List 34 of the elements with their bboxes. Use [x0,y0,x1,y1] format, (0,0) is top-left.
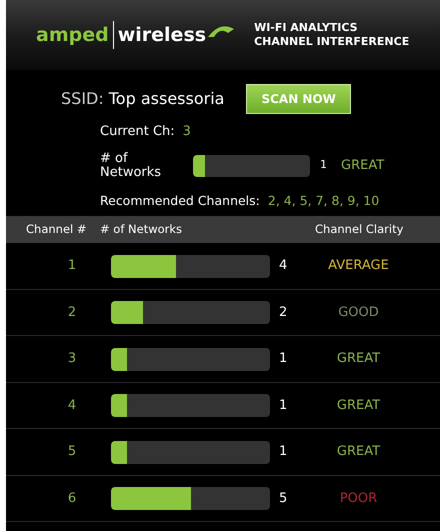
brand-logo: amped wireless [36,20,236,50]
networks-count: 4 [279,257,288,276]
networks-count: 5 [279,490,288,508]
channel-number: 2 [66,304,78,322]
header-title: CHANNEL INTERFERENCE [254,35,410,49]
column-header: Channel Clarity [315,221,404,238]
ssid-label: SSID: [61,88,104,110]
recommended-channels: 2, 4, 5, 7, 8, 9, 10 [268,192,380,210]
channel-clarity: GREAT [336,350,382,368]
channel-clarity: GREAT [336,443,382,462]
networks-count: 1 [279,443,288,462]
channel-number: 5 [66,443,78,462]
current-channel-value: 3 [182,123,191,141]
channel-clarity: GOOD [337,304,380,322]
header-title: WI-FI ANALYTICS [254,21,359,35]
ssid-value: Top assessoria [108,88,224,110]
channel-clarity: POOR [338,490,378,508]
networks-count: 1 [320,157,327,174]
recommended-label: Recommended Channels: [100,192,260,210]
networks-label: # of Networks [100,152,162,180]
networks-clarity: GREAT [341,156,384,175]
scan-now-button[interactable]: SCAN NOW [246,84,351,114]
channel-number: 1 [66,257,78,276]
channel-number: 4 [66,396,78,415]
networks-count: 1 [279,396,288,415]
channel-clarity: GREAT [336,396,382,415]
channel-number: 3 [66,350,78,368]
channel-clarity: AVERAGE [327,257,390,276]
column-header: # of Networks [100,221,184,238]
networks-count: 1 [279,350,288,368]
current-channel-label: Current Ch: [100,123,175,141]
channel-number: 6 [66,490,78,508]
column-header: Channel # [26,221,88,238]
networks-count: 2 [279,304,288,322]
